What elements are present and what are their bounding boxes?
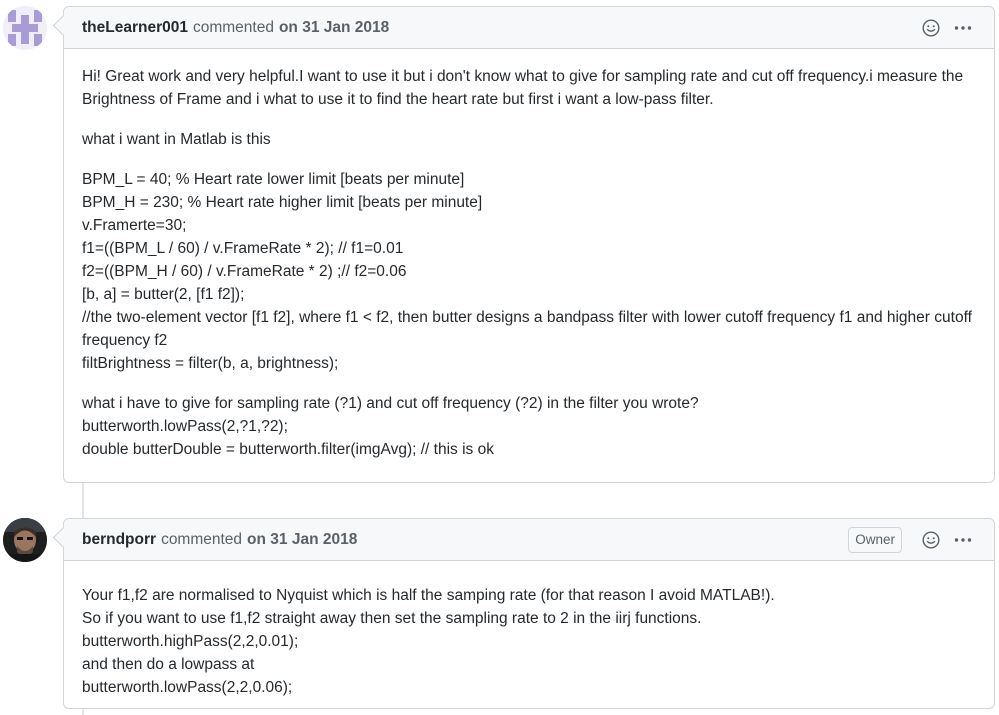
comment-paragraph: Your f1,f2 are normalised to Nyquist whi…: [82, 584, 976, 699]
comment-card: theLearner001 commented on 31 Jan 2018 H…: [63, 6, 995, 483]
identicon-image: [3, 6, 47, 50]
comment-text: what i want in Matlab is this: [82, 131, 271, 148]
avatar-thelearner001[interactable]: [3, 6, 47, 50]
comment-text: Your f1,f2 are normalised to Nyquist whi…: [82, 587, 775, 604]
comment-date-link[interactable]: on 31 Jan 2018: [247, 531, 357, 549]
kebab-horizontal-icon[interactable]: [952, 17, 974, 39]
comment-body: Your f1,f2 are normalised to Nyquist whi…: [64, 561, 994, 713]
comment-text: butterworth.lowPass(2,?1,?2);: [82, 418, 288, 435]
comment-author-link[interactable]: theLearner001: [82, 19, 188, 37]
profile-photo-image: [3, 518, 47, 562]
kebab-horizontal-icon[interactable]: [952, 529, 974, 551]
comment-paragraph: BPM_L = 40; % Heart rate lower limit [be…: [82, 168, 976, 375]
comment-text: butterworth.lowPass(2,2,0.06);: [82, 679, 293, 696]
avatar-berndporr[interactable]: [3, 518, 47, 562]
comment-text: what i have to give for sampling rate (?…: [82, 395, 699, 412]
comment-header: theLearner001 commented on 31 Jan 2018: [64, 7, 994, 49]
timeline-connector: [82, 483, 84, 519]
comment-text: BPM_H = 230; % Heart rate higher limit […: [82, 194, 483, 211]
comment-text: Hi! Great work and very helpful.I want t…: [82, 68, 964, 108]
comment-text: [b, a] = butter(2, [f1 f2]);: [82, 286, 245, 303]
comment-text: f1=((BPM_L / 60) / v.FrameRate * 2); // …: [82, 240, 404, 257]
smiley-icon[interactable]: [920, 529, 942, 551]
comment-paragraph: what i have to give for sampling rate (?…: [82, 392, 976, 461]
comment-text: v.Framerte=30;: [82, 217, 187, 234]
comment-verb: commented: [192, 18, 274, 36]
smiley-icon[interactable]: [920, 17, 942, 39]
comment-paragraph: Hi! Great work and very helpful.I want t…: [82, 65, 976, 111]
comment-actions: Owner: [848, 519, 974, 560]
comment-date-link[interactable]: on 31 Jan 2018: [279, 19, 389, 37]
comment-header: berndporr commented on 31 Jan 2018 Owner: [64, 519, 994, 561]
comment-actions: [910, 7, 974, 48]
comment-paragraph: what i want in Matlab is this: [82, 128, 976, 151]
comment-text: BPM_L = 40; % Heart rate lower limit [be…: [82, 171, 465, 188]
comment-text: butterworth.highPass(2,2,0.01);: [82, 633, 299, 650]
comment-verb: commented: [161, 530, 243, 548]
comment-author-link[interactable]: berndporr: [82, 531, 156, 549]
comment-card: berndporr commented on 31 Jan 2018 Owner…: [63, 518, 995, 709]
comment-text: and then do a lowpass at: [82, 656, 255, 673]
owner-badge: Owner: [848, 526, 902, 553]
comment-text: filtBrightness = filter(b, a, brightness…: [82, 355, 339, 372]
comment-text: double butterDouble = butterworth.filter…: [82, 441, 494, 458]
comment-text: //the two-element vector [f1 f2], where …: [82, 309, 972, 349]
comment-body: Hi! Great work and very helpful.I want t…: [64, 49, 994, 475]
comment-text: f2=((BPM_H / 60) / v.FrameRate * 2) ;// …: [82, 263, 407, 280]
comment-text: So if you want to use f1,f2 straight awa…: [82, 610, 702, 627]
